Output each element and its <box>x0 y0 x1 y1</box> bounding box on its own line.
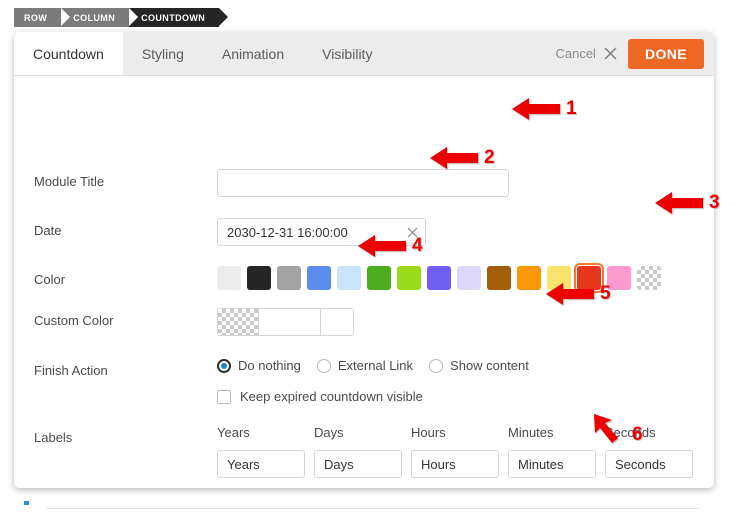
labels-input-days[interactable]: Days <box>314 450 402 478</box>
annotation-number: 6 <box>632 424 643 445</box>
tab-visibility[interactable]: Visibility <box>303 32 391 75</box>
annotation-number: 1 <box>566 98 577 119</box>
module-title-label: Module Title <box>34 174 105 189</box>
annotation-2: 2 <box>430 145 495 171</box>
color-swatch-transparent[interactable] <box>637 266 661 290</box>
color-swatch-brown[interactable] <box>487 266 511 290</box>
breadcrumb-label: ROW <box>24 12 48 23</box>
breadcrumb-label: COUNTDOWN <box>141 12 206 23</box>
radio-label: External Link <box>337 358 414 373</box>
labels-input-years[interactable]: Years <box>217 450 305 478</box>
section-divider <box>46 508 700 509</box>
color-swatch-cornflower-blue[interactable] <box>307 266 331 290</box>
left-arrow-icon <box>655 192 703 214</box>
breadcrumb-item-countdown[interactable]: COUNTDOWN <box>129 8 229 27</box>
radio-label: Do nothing <box>238 358 301 373</box>
tab-animation[interactable]: Animation <box>203 32 303 75</box>
annotation-number: 4 <box>412 235 423 256</box>
breadcrumb-notch <box>61 8 71 26</box>
left-arrow-icon <box>546 283 594 305</box>
annotation-number: 5 <box>600 283 611 304</box>
annotation-4: 4 <box>358 233 423 259</box>
labels-header-minutes: Minutes <box>508 425 554 440</box>
labels-label: Labels <box>34 430 73 445</box>
annotation-number: 2 <box>484 147 495 168</box>
module-title-input[interactable] <box>217 169 509 197</box>
checkbox-label: Keep expired countdown visible <box>240 389 423 404</box>
breadcrumb-tip <box>219 8 229 26</box>
labels-header-years: Years <box>217 425 250 440</box>
custom-color-control[interactable] <box>217 308 354 336</box>
custom-color-preview[interactable] <box>218 309 259 335</box>
date-label: Date <box>34 223 62 238</box>
color-swatch-orange[interactable] <box>517 266 541 290</box>
radio-icon-selected <box>217 358 231 373</box>
finish-action-radio-group: Do nothing External Link Show content <box>217 358 529 373</box>
tab-label: Countdown <box>33 45 104 62</box>
keep-expired-visible-checkbox[interactable]: Keep expired countdown visible <box>217 389 423 404</box>
radio-icon <box>429 358 444 373</box>
color-label: Color <box>34 272 66 287</box>
cancel-button[interactable]: Cancel <box>555 46 617 61</box>
breadcrumb-item-column[interactable]: COLUMN <box>61 8 139 27</box>
tab-styling[interactable]: Styling <box>123 32 203 75</box>
tab-label: Animation <box>221 45 285 62</box>
color-swatch-yellow-green[interactable] <box>397 266 421 290</box>
tab-label: Styling <box>141 45 184 62</box>
labels-input-seconds[interactable]: Seconds <box>605 450 693 478</box>
radio-label: Show content <box>450 358 529 373</box>
done-label: DONE <box>644 45 687 62</box>
left-arrow-icon <box>358 235 406 257</box>
custom-color-input[interactable] <box>259 309 321 335</box>
labels-header-days: Days <box>314 425 344 440</box>
header-actions: Cancel DONE <box>555 32 704 75</box>
color-swatch-lavender[interactable] <box>457 266 481 290</box>
custom-color-label: Custom Color <box>34 313 114 328</box>
annotation-number: 3 <box>709 192 720 213</box>
custom-color-value <box>259 310 266 325</box>
color-swatch-near-black[interactable] <box>247 266 271 290</box>
close-x-icon <box>604 47 617 60</box>
color-swatch-white-smoke[interactable] <box>217 266 241 290</box>
modal-header: Countdown Styling Animation Visibility C… <box>14 32 714 76</box>
breadcrumb-notch <box>129 8 139 26</box>
labels-header-hours: Hours <box>411 425 446 440</box>
cancel-label: Cancel <box>555 46 596 61</box>
radio-show-content[interactable]: Show content <box>429 358 529 373</box>
custom-color-picker-button[interactable] <box>321 309 353 335</box>
tab-countdown[interactable]: Countdown <box>14 32 123 75</box>
radio-icon <box>316 358 331 373</box>
color-swatch-gray[interactable] <box>277 266 301 290</box>
breadcrumb: ROW COLUMN COUNTDOWN <box>14 8 229 27</box>
left-arrow-icon <box>512 98 560 120</box>
annotation-5: 5 <box>546 281 611 307</box>
radio-do-nothing[interactable]: Do nothing <box>217 358 301 373</box>
finish-action-label: Finish Action <box>34 363 108 378</box>
checkbox-icon <box>217 389 231 404</box>
annotation-6: 6 <box>592 412 643 446</box>
color-swatch-medium-purple[interactable] <box>427 266 451 290</box>
labels-input-minutes[interactable]: Minutes <box>508 450 596 478</box>
breadcrumb-item-row[interactable]: ROW <box>14 8 71 27</box>
radio-external-link[interactable]: External Link <box>316 358 414 373</box>
labels-input-hours[interactable]: Hours <box>411 450 499 478</box>
left-arrow-icon <box>430 147 478 169</box>
tab-bar: Countdown Styling Animation Visibility <box>14 32 391 75</box>
color-swatch-light-blue[interactable] <box>337 266 361 290</box>
left-edge-indicator <box>24 501 29 505</box>
done-button[interactable]: DONE <box>627 38 704 69</box>
annotation-3: 3 <box>655 190 720 216</box>
color-swatch-green[interactable] <box>367 266 391 290</box>
breadcrumb-label: COLUMN <box>73 12 116 23</box>
tab-label: Visibility <box>322 45 373 62</box>
annotation-1: 1 <box>512 96 577 122</box>
diagonal-arrow-icon <box>594 414 618 443</box>
